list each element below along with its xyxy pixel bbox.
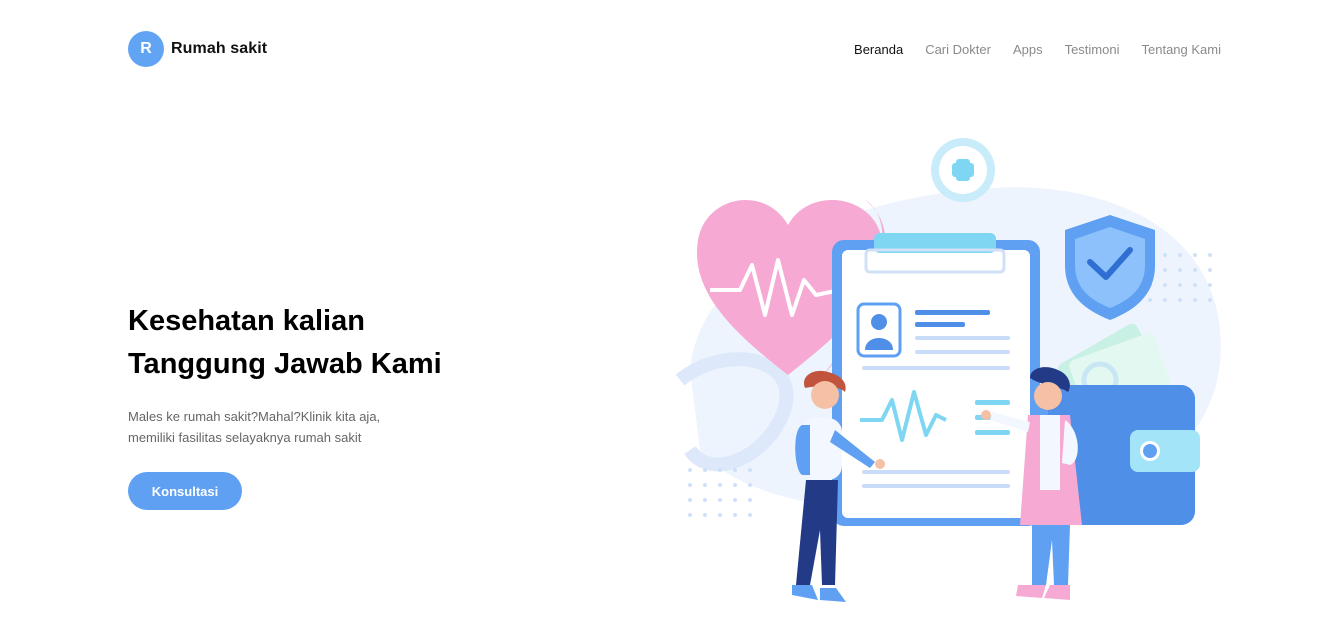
nav-link-cari-dokter[interactable]: Cari Dokter — [925, 42, 991, 57]
hero-section: Kesehatan kalian Tanggung Jawab Kami Mal… — [128, 300, 588, 510]
hero-title: Kesehatan kalian Tanggung Jawab Kami — [128, 300, 588, 386]
nav-link-tentang-kami[interactable]: Tentang Kami — [1142, 42, 1222, 57]
hero-desc-line2: memiliki fasilitas selayaknya rumah saki… — [128, 430, 362, 445]
nav-link-apps[interactable]: Apps — [1013, 42, 1043, 57]
konsultasi-button[interactable]: Konsultasi — [128, 472, 242, 510]
nav-link-testimoni[interactable]: Testimoni — [1065, 42, 1120, 57]
clipboard — [832, 233, 1040, 526]
hero-illustration — [670, 130, 1230, 610]
main-nav: Beranda Cari Dokter Apps Testimoni Tenta… — [854, 42, 1221, 57]
brand-logo: R — [128, 31, 164, 67]
hero-desc-line1: Males ke rumah sakit?Mahal?Klinik kita a… — [128, 409, 381, 424]
nav-link-beranda[interactable]: Beranda — [854, 42, 903, 57]
hero-title-line1: Kesehatan kalian — [128, 305, 365, 337]
medical-illustration — [675, 138, 1221, 602]
brand[interactable]: R Rumah sakit — [128, 31, 267, 67]
brand-name: Rumah sakit — [171, 40, 268, 57]
header: R Rumah sakit Beranda Cari Dokter Apps T… — [0, 0, 1336, 100]
hero-description: Males ke rumah sakit?Mahal?Klinik kita a… — [128, 406, 588, 448]
plus-icon — [931, 138, 995, 202]
hero-title-line2: Tanggung Jawab Kami — [128, 348, 442, 380]
